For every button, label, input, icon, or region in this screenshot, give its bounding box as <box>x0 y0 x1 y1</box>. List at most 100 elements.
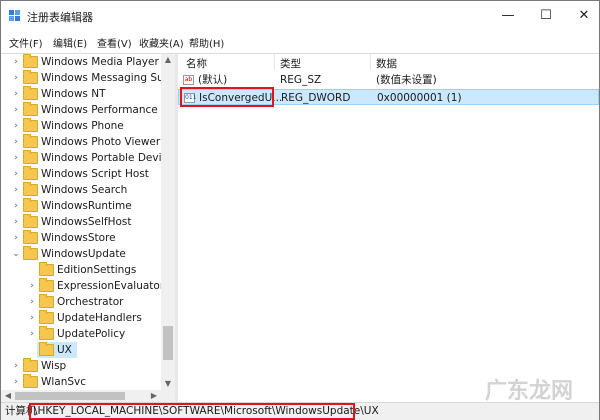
expand-chevron-icon[interactable] <box>27 262 37 278</box>
value-name: (默认) <box>198 74 228 86</box>
menu-view[interactable]: 查看(V) <box>97 35 132 50</box>
column-header-type[interactable]: 类型 <box>280 56 301 71</box>
tree-vertical-scrollbar[interactable]: ▲ ▼ <box>161 54 175 390</box>
scroll-left-arrow-icon[interactable]: ◀ <box>1 390 15 402</box>
scroll-thumb[interactable] <box>15 392 125 400</box>
folder-icon <box>23 358 38 372</box>
tree-item[interactable]: › UpdateHandlers <box>1 310 161 326</box>
tree-item-label: Windows Phone <box>41 120 124 132</box>
expand-chevron-icon[interactable]: › <box>27 294 37 310</box>
expand-chevron-icon[interactable]: › <box>27 326 37 342</box>
values-list: 名称 类型 数据 ab (默认) REG_SZ (数值未设置) 011 IsCo… <box>178 54 599 402</box>
folder-open-icon <box>23 246 38 260</box>
scroll-right-arrow-icon[interactable]: ▶ <box>147 390 161 402</box>
tree-item[interactable]: › Windows Messaging Subs <box>1 70 175 86</box>
column-header-data[interactable]: 数据 <box>376 56 397 71</box>
folder-icon <box>23 182 38 196</box>
tree-item[interactable]: › Windows Photo Viewer <box>1 134 161 150</box>
watermark-logo: 广东龙网 <box>485 378 574 404</box>
tree-item[interactable]: › Windows Media Player NS <box>1 54 175 70</box>
folder-icon <box>23 118 38 132</box>
value-row-default[interactable]: ab (默认) REG_SZ (数值未设置) <box>178 72 599 88</box>
tree-horizontal-scrollbar[interactable]: ◀ ▶ <box>1 390 175 402</box>
maximize-button[interactable]: ☐ <box>537 7 555 25</box>
tree-item-ux-selected[interactable]: UX <box>37 342 77 358</box>
tree-item-label: Windows Portable Devices <box>41 152 175 164</box>
folder-icon <box>23 102 38 116</box>
expand-chevron-icon[interactable]: › <box>11 374 21 390</box>
tree-item-label: Wisp <box>41 360 67 372</box>
tree-item[interactable]: › Orchestrator <box>1 294 161 310</box>
close-button[interactable]: ✕ <box>575 7 593 25</box>
tree-item-label: Windows NT <box>41 88 106 100</box>
tree-item-label: UpdateHandlers <box>57 312 142 324</box>
tree-item[interactable]: › Windows Portable Devices <box>1 150 175 166</box>
tree-item[interactable]: › Windows Script Host <box>1 166 161 182</box>
value-type: REG_DWORD <box>281 92 351 104</box>
expand-chevron-icon[interactable]: › <box>11 214 21 230</box>
expand-chevron-icon[interactable]: › <box>11 134 21 150</box>
expand-chevron-icon[interactable]: › <box>11 54 21 70</box>
tree-item[interactable]: › Windows NT <box>1 86 161 102</box>
registry-tree[interactable]: › Windows Media Player NS › Windows Mess… <box>1 54 175 394</box>
tree-item-label: Orchestrator <box>57 296 124 308</box>
folder-icon <box>23 54 38 68</box>
tree-item-label: UX <box>57 344 72 356</box>
tree-item-label: Windows Messaging Subs <box>41 72 175 84</box>
tree-item-label: WindowsSelfHost <box>41 216 132 228</box>
tree-item[interactable]: › Windows Search <box>1 182 161 198</box>
menu-help[interactable]: 帮助(H) <box>189 35 224 50</box>
folder-icon <box>23 230 38 244</box>
expand-chevron-icon[interactable]: › <box>11 70 21 86</box>
tree-item-label: Windows Search <box>41 184 128 196</box>
expand-chevron-icon[interactable]: › <box>11 182 21 198</box>
registry-editor-icon <box>9 10 20 21</box>
tree-item-label: Windows Performance To <box>41 104 173 116</box>
scroll-thumb[interactable] <box>163 326 173 360</box>
tree-item[interactable]: › ExpressionEvaluators <box>1 278 170 294</box>
tree-item-label: Windows Script Host <box>41 168 149 180</box>
tree-item[interactable]: › Wisp <box>1 358 161 374</box>
column-divider[interactable] <box>274 54 275 70</box>
tree-item[interactable]: › WindowsRuntime <box>1 198 161 214</box>
tree-item-label: WlanSvc <box>41 376 87 388</box>
tree-item-label: Windows Photo Viewer <box>41 136 161 148</box>
folder-icon <box>23 214 38 228</box>
tree-item-label: WindowsStore <box>41 232 116 244</box>
expand-chevron-icon[interactable]: › <box>11 102 21 118</box>
tree-item[interactable]: › WindowsSelfHost <box>1 214 161 230</box>
expand-chevron-icon[interactable]: › <box>11 358 21 374</box>
tree-item[interactable]: › WlanSvc <box>1 374 161 390</box>
collapse-chevron-icon[interactable]: ⌄ <box>11 246 21 262</box>
tree-item[interactable]: › Windows Performance To <box>1 102 172 118</box>
tree-item[interactable]: › UpdatePolicy <box>1 326 161 342</box>
tree-item[interactable]: › WindowsStore <box>1 230 161 246</box>
folder-icon <box>39 294 54 308</box>
column-header-name[interactable]: 名称 <box>186 56 207 71</box>
tree-item[interactable]: › Windows Phone <box>1 118 161 134</box>
expand-chevron-icon[interactable]: › <box>11 230 21 246</box>
expand-chevron-icon[interactable]: › <box>11 118 21 134</box>
expand-chevron-icon[interactable]: › <box>11 198 21 214</box>
folder-icon <box>23 70 38 84</box>
scroll-up-arrow-icon[interactable]: ▲ <box>161 54 175 66</box>
folder-icon <box>39 326 54 340</box>
tree-item[interactable]: EditionSettings <box>1 262 161 278</box>
menu-file[interactable]: 文件(F) <box>9 35 43 50</box>
menu-edit[interactable]: 编辑(E) <box>53 35 87 50</box>
expand-chevron-icon[interactable]: › <box>11 86 21 102</box>
tree-item-windowsupdate[interactable]: ⌄ WindowsUpdate <box>1 246 161 262</box>
registry-editor-window: 注册表编辑器 — ☐ ✕ 文件(F) 编辑(E) 查看(V) 收藏夹(A) 帮助… <box>0 0 600 420</box>
expand-chevron-icon[interactable]: › <box>27 278 37 294</box>
expand-chevron-icon[interactable]: › <box>11 166 21 182</box>
column-divider[interactable] <box>370 54 371 70</box>
highlight-box-value <box>180 87 274 107</box>
scroll-down-arrow-icon[interactable]: ▼ <box>161 378 175 390</box>
expand-chevron-icon[interactable]: › <box>27 310 37 326</box>
menu-favorites[interactable]: 收藏夹(A) <box>139 35 184 50</box>
expand-chevron-icon[interactable]: › <box>11 150 21 166</box>
folder-icon <box>23 166 38 180</box>
folder-icon <box>23 198 38 212</box>
folder-icon <box>39 278 54 292</box>
minimize-button[interactable]: — <box>499 7 517 25</box>
